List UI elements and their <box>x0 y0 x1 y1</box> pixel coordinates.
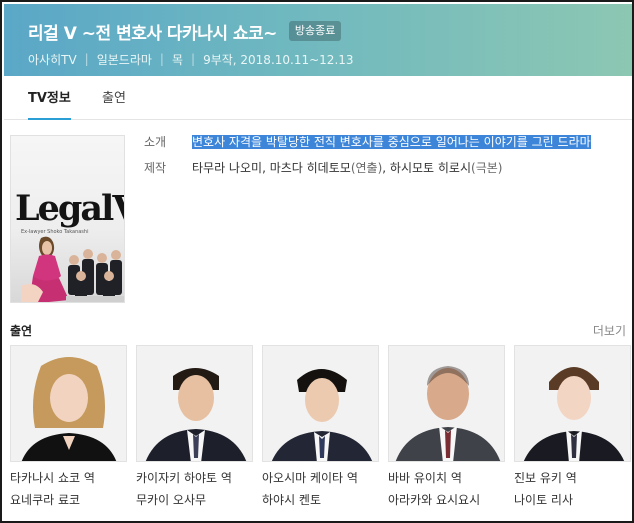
cast-card[interactable]: 타카나시 쇼코 역 요네쿠라 료코 <box>10 345 127 509</box>
credit-role: (극본) <box>471 161 503 175</box>
poster-cast-group <box>66 249 124 302</box>
poster-title: LegalV <box>15 188 124 229</box>
cast-card[interactable]: 카이자키 하야토 역 무카이 오사무 <box>136 345 253 509</box>
cast-role[interactable]: 진보 유키 역 <box>514 469 631 487</box>
tab-tv-info-label: TV정보 <box>28 91 71 106</box>
program-meta: 아사히TV | 일본드라마 | 목 | 9부작, 2018.10.11~12.1… <box>28 50 354 68</box>
tab-bar: TV정보 출연 <box>4 76 632 120</box>
selected-intro-text[interactable]: 변호사 자격을 박탈당한 전직 변호사를 중심으로 일어나는 이야기를 그린 드… <box>192 135 591 149</box>
page-frame: 리걸 V ~전 변호사 다카나시 쇼코~ 방송종료 아사히TV | 일본드라마 … <box>0 0 634 523</box>
status-badge: 방송종료 <box>288 21 342 41</box>
program-poster[interactable]: LegalV Ex-lawyer Shoko Takanashi <box>10 135 125 303</box>
cast-photo[interactable] <box>514 345 631 462</box>
cast-portrait-icon <box>389 346 504 461</box>
cast-portrait-icon <box>515 346 630 461</box>
credit-name[interactable]: 하시모토 히로시 <box>390 161 471 175</box>
cast-photo[interactable] <box>136 345 253 462</box>
meta-channel[interactable]: 아사히TV <box>28 51 77 68</box>
program-header: 리걸 V ~전 변호사 다카나시 쇼코~ 방송종료 아사히TV | 일본드라마 … <box>4 4 632 76</box>
cast-role[interactable]: 바바 유이치 역 <box>388 469 505 487</box>
cast-portrait-icon <box>11 346 126 461</box>
cast-name[interactable]: 나이토 리사 <box>514 491 631 509</box>
intro-label: 소개 <box>144 135 167 149</box>
active-tab-indicator <box>28 118 71 120</box>
cast-role[interactable]: 타카나시 쇼코 역 <box>10 469 127 487</box>
credit-name[interactable]: 마츠다 히데토모 <box>270 161 351 175</box>
meta-genre[interactable]: 일본드라마 <box>97 51 152 68</box>
cast-card[interactable]: 바바 유이치 역 아라카와 요시요시 <box>388 345 505 509</box>
credit-separator: , <box>382 161 390 175</box>
intro-text[interactable]: 변호사 자격을 박탈당한 전직 변호사를 중심으로 일어나는 이야기를 그린 드… <box>192 132 612 152</box>
intro-row: 소개 변호사 자격을 박탈당한 전직 변호사를 중심으로 일어나는 이야기를 그… <box>144 132 624 152</box>
credits-list: 타무라 나오미, 마츠다 히데토모(연출), 하시모토 히로시(극본) <box>192 158 612 178</box>
cast-name[interactable]: 아라카와 요시요시 <box>388 491 505 509</box>
cast-role[interactable]: 카이자키 하야토 역 <box>136 469 253 487</box>
cast-photo[interactable] <box>388 345 505 462</box>
title-row: 리걸 V ~전 변호사 다카나시 쇼코~ 방송종료 <box>28 18 342 44</box>
program-info: 소개 변호사 자격을 박탈당한 전직 변호사를 중심으로 일어나는 이야기를 그… <box>144 132 624 178</box>
tab-cast-label: 출연 <box>102 91 126 106</box>
meta-divider: | <box>159 52 164 66</box>
cast-card[interactable]: 아오시마 케이타 역 하야시 켄토 <box>262 345 379 509</box>
cast-name[interactable]: 무카이 오사무 <box>136 491 253 509</box>
credits-label: 제작 <box>144 161 167 175</box>
meta-divider: | <box>84 52 89 66</box>
cast-photo[interactable] <box>10 345 127 462</box>
credits-row: 제작 타무라 나오미, 마츠다 히데토모(연출), 하시모토 히로시(극본) <box>144 158 624 178</box>
cast-portrait-icon <box>137 346 252 461</box>
meta-day: 목 <box>171 52 184 67</box>
credit-role: (연출) <box>350 161 383 175</box>
cast-photo[interactable] <box>262 345 379 462</box>
meta-divider: | <box>191 52 196 66</box>
credit-name[interactable]: 타무라 나오미 <box>192 161 262 175</box>
credit-separator: , <box>262 161 270 175</box>
cast-portrait-icon <box>263 346 378 461</box>
cast-role[interactable]: 아오시마 케이타 역 <box>262 469 379 487</box>
more-cast-link[interactable]: 더보기 <box>593 322 626 339</box>
cast-name[interactable]: 하야시 켄토 <box>262 491 379 509</box>
program-title[interactable]: 리걸 V ~전 변호사 다카나시 쇼코~ <box>28 19 277 44</box>
tab-tv-info[interactable]: TV정보 <box>28 90 71 120</box>
tab-cast[interactable]: 출연 <box>102 90 126 108</box>
cast-card[interactable]: 진보 유키 역 나이토 리사 <box>514 345 631 509</box>
meta-episodes: 9부작, 2018.10.11~12.13 <box>203 52 354 67</box>
cast-section-title: 출연 <box>10 324 33 338</box>
cast-name[interactable]: 요네쿠라 료코 <box>10 491 127 509</box>
